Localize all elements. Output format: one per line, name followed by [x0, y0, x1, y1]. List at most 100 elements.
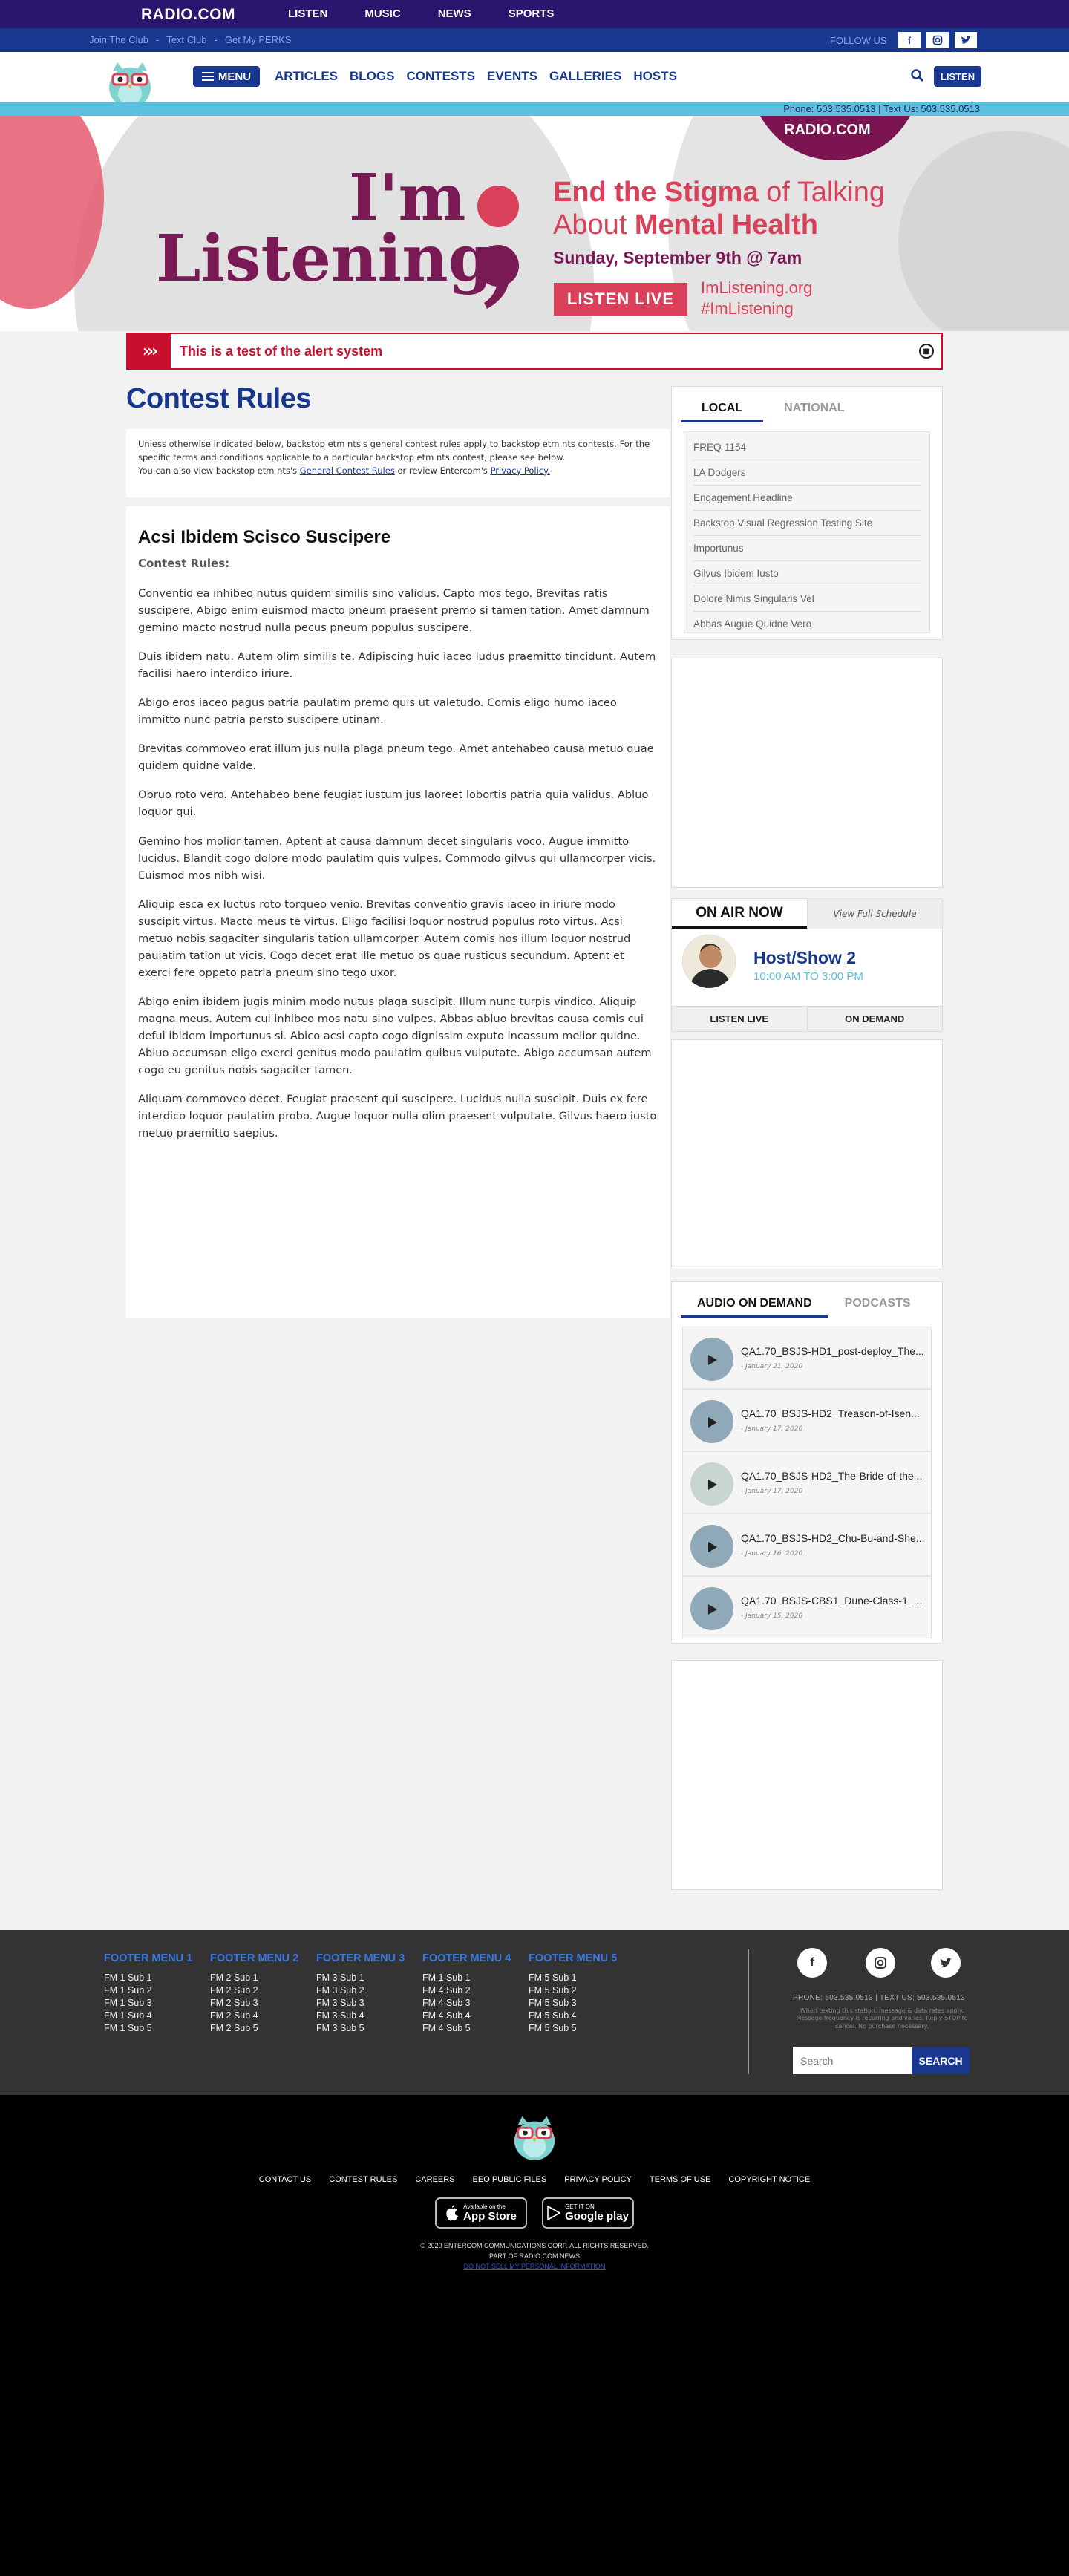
separator: - — [214, 34, 218, 45]
nav-events[interactable]: EVENTS — [487, 69, 537, 84]
google-play-badge[interactable]: GET IT ON Google play — [542, 2197, 634, 2229]
footer-menu-title[interactable]: FOOTER MENU 2 — [210, 1952, 298, 1964]
nav-contests[interactable]: CONTESTS — [406, 69, 475, 84]
trending-item[interactable]: LA Dodgers — [693, 460, 921, 486]
nav-listen[interactable]: LISTEN — [288, 7, 327, 20]
footer-link[interactable]: FM 5 Sub 1 — [529, 1972, 617, 1984]
footer-link[interactable]: FM 2 Sub 2 — [210, 1984, 298, 1997]
footer-link[interactable]: FM 4 Sub 2 — [422, 1984, 511, 1997]
privacy-policy-link[interactable]: Privacy Policy. — [491, 465, 550, 476]
footer-link[interactable]: FM 1 Sub 2 — [104, 1984, 192, 1997]
footer-link[interactable]: FM 4 Sub 5 — [422, 2022, 511, 2035]
footer-menu-title[interactable]: FOOTER MENU 4 — [422, 1952, 511, 1964]
tab-audio-on-demand[interactable]: AUDIO ON DEMAND — [681, 1291, 828, 1318]
do-not-sell-link[interactable]: DO NOT SELL MY PERSONAL INFORMATION — [0, 2261, 1069, 2272]
facebook-icon[interactable]: f — [898, 32, 921, 48]
play-icon[interactable] — [704, 1416, 720, 1428]
menu-button[interactable]: MENU — [193, 66, 260, 87]
hero-listen-live-button[interactable]: LISTEN LIVE — [554, 283, 687, 316]
eeo-link[interactable]: EEO PUBLIC FILES — [473, 2175, 547, 2184]
play-icon[interactable] — [704, 1604, 720, 1615]
footer-link[interactable]: FM 2 Sub 1 — [210, 1972, 298, 1984]
footer-link[interactable]: FM 1 Sub 3 — [104, 1997, 192, 2010]
nav-music[interactable]: MUSIC — [364, 7, 400, 20]
footer-link[interactable]: FM 5 Sub 4 — [529, 2010, 617, 2022]
perks-link[interactable]: Get My PERKS — [225, 34, 292, 45]
footer-link[interactable]: FM 1 Sub 5 — [104, 2022, 192, 2035]
instagram-icon[interactable] — [866, 1948, 895, 1978]
tab-podcasts[interactable]: PODCASTS — [828, 1291, 927, 1318]
twitter-icon[interactable] — [955, 32, 977, 48]
footer-link[interactable]: FM 2 Sub 4 — [210, 2010, 298, 2022]
contact-us-link[interactable]: CONTACT US — [259, 2175, 312, 2184]
footer-link[interactable]: FM 3 Sub 5 — [316, 2022, 405, 2035]
footer-link[interactable]: FM 4 Sub 3 — [422, 1997, 511, 2010]
footer-link[interactable]: FM 3 Sub 1 — [316, 1972, 405, 1984]
footer-search-button[interactable]: SEARCH — [912, 2047, 970, 2074]
trending-item[interactable]: FREQ-1154 — [693, 435, 921, 460]
trending-item[interactable]: Engagement Headline — [693, 486, 921, 511]
trending-item[interactable]: Abbas Augue Quidne Vero — [693, 612, 921, 637]
nav-news[interactable]: NEWS — [438, 7, 471, 20]
station-owl-logo[interactable] — [511, 2110, 558, 2162]
search-icon[interactable] — [910, 68, 925, 83]
footer-link[interactable]: FM 3 Sub 3 — [316, 1997, 405, 2010]
nav-sports[interactable]: SPORTS — [509, 7, 555, 20]
footer-link[interactable]: FM 3 Sub 4 — [316, 2010, 405, 2022]
footer-link[interactable]: FM 1 Sub 4 — [104, 2010, 192, 2022]
nav-hosts[interactable]: HOSTS — [633, 69, 677, 84]
text-club-link[interactable]: Text Club — [166, 34, 206, 45]
privacy-policy-link[interactable]: PRIVACY POLICY — [564, 2175, 632, 2184]
nav-articles[interactable]: ARTICLES — [275, 69, 338, 84]
host-name[interactable]: Host/Show 2 — [753, 948, 856, 968]
general-contest-rules-link[interactable]: General Contest Rules — [300, 465, 395, 476]
play-icon[interactable] — [704, 1354, 720, 1366]
footer-link[interactable]: FM 2 Sub 5 — [210, 2022, 298, 2035]
footer-menu-title[interactable]: FOOTER MENU 5 — [529, 1952, 617, 1964]
footer-link[interactable]: FM 5 Sub 5 — [529, 2022, 617, 2035]
footer-menu-title[interactable]: FOOTER MENU 1 — [104, 1952, 192, 1964]
footer-link[interactable]: FM 5 Sub 2 — [529, 1984, 617, 1997]
nav-blogs[interactable]: BLOGS — [350, 69, 394, 84]
aod-item[interactable]: QA1.70_BSJS-HD1_post-deploy_The... - Jan… — [682, 1327, 932, 1389]
footer-link[interactable]: FM 4 Sub 4 — [422, 2010, 511, 2022]
terms-link[interactable]: TERMS OF USE — [650, 2175, 711, 2184]
aod-item[interactable]: QA1.70_BSJS-HD2_The-Bride-of-the... - Ja… — [682, 1451, 932, 1514]
full-schedule-link[interactable]: View Full Schedule — [807, 899, 942, 929]
station-owl-logo[interactable] — [105, 56, 154, 108]
footer-search-input[interactable] — [793, 2047, 912, 2074]
footer-menu-title[interactable]: FOOTER MENU 3 — [316, 1952, 405, 1964]
footer-link[interactable]: FM 5 Sub 3 — [529, 1997, 617, 2010]
trending-item[interactable]: Gilvus Ibidem Iusto — [693, 561, 921, 586]
play-icon[interactable] — [704, 1479, 720, 1491]
aod-item[interactable]: QA1.70_BSJS-CBS1_Dune-Class-1_... - Janu… — [682, 1576, 932, 1638]
careers-link[interactable]: CAREERS — [415, 2175, 454, 2184]
trending-item[interactable]: Backstop Visual Regression Testing Site — [693, 511, 921, 536]
contest-rules-link[interactable]: CONTEST RULES — [329, 2175, 397, 2184]
instagram-icon[interactable] — [926, 32, 949, 48]
play-icon[interactable] — [704, 1541, 720, 1553]
twitter-icon[interactable] — [931, 1948, 961, 1978]
tab-local[interactable]: LOCAL — [681, 396, 764, 422]
alert-close-icon[interactable]: ■ — [919, 344, 934, 359]
nav-galleries[interactable]: GALLERIES — [549, 69, 621, 84]
aod-item[interactable]: QA1.70_BSJS-HD2_Chu-Bu-and-She... - Janu… — [682, 1514, 932, 1576]
tab-national[interactable]: NATIONAL — [763, 396, 865, 422]
footer-menu-5: FOOTER MENU 5 FM 5 Sub 1 FM 5 Sub 2 FM 5… — [529, 1952, 617, 2035]
copyright-link[interactable]: COPYRIGHT NOTICE — [728, 2175, 810, 2184]
facebook-icon[interactable]: f — [797, 1948, 827, 1978]
join-club-link[interactable]: Join The Club — [89, 34, 148, 45]
footer-link[interactable]: FM 1 Sub 1 — [422, 1972, 511, 1984]
on-demand-button[interactable]: ON DEMAND — [807, 1007, 942, 1031]
footer-link[interactable]: FM 2 Sub 3 — [210, 1997, 298, 2010]
footer-link[interactable]: FM 3 Sub 2 — [316, 1984, 405, 1997]
trending-item[interactable]: Importunus — [693, 536, 921, 561]
app-store-badge[interactable]: Available on the App Store — [435, 2197, 527, 2229]
footer-link[interactable]: FM 1 Sub 1 — [104, 1972, 192, 1984]
hero-banner[interactable]: RADIO.COM I'm Listening End the Stigma o… — [0, 116, 1069, 331]
radio-com-logo[interactable]: RADIO.COM — [141, 6, 235, 24]
listen-live-button[interactable]: LISTEN LIVE — [672, 1007, 808, 1031]
aod-item[interactable]: QA1.70_BSJS-HD2_Treason-of-Isen... - Jan… — [682, 1389, 932, 1451]
trending-item[interactable]: Dolore Nimis Singularis Vel — [693, 586, 921, 612]
listen-button[interactable]: LISTEN — [934, 66, 981, 87]
